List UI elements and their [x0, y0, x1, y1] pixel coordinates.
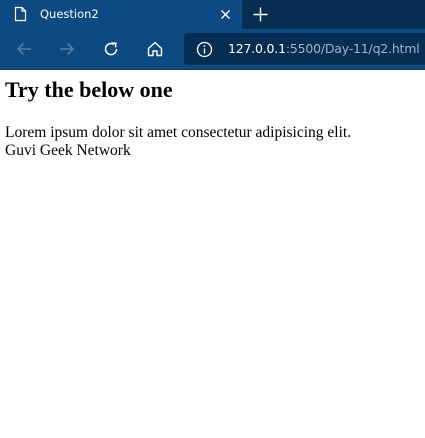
home-icon[interactable] [145, 39, 165, 59]
browser-toolbar: 127.0.0.1:5500/Day-11/q2.html [0, 29, 425, 69]
body-text-line: Lorem ipsum dolor sit amet consectetur a… [5, 124, 352, 141]
url-text[interactable]: 127.0.0.1:5500/Day-11/q2.html [228, 41, 420, 56]
info-icon[interactable] [196, 41, 213, 58]
page-icon [14, 6, 27, 22]
address-bar[interactable]: 127.0.0.1:5500/Day-11/q2.html [184, 33, 425, 65]
page-heading: Try the below one [5, 77, 173, 102]
new-tab-plus-icon[interactable] [252, 6, 269, 23]
close-icon[interactable] [219, 8, 232, 21]
url-host: 127.0.0.1 [228, 41, 286, 56]
arrow-right-icon[interactable] [57, 39, 77, 59]
browser-window: Question2 127.0.0.1:5500/Day-11/q2.html … [0, 0, 425, 438]
arrow-left-icon[interactable] [14, 39, 34, 59]
refresh-icon[interactable] [101, 39, 121, 59]
url-path: :5500/Day-11/q2.html [285, 41, 420, 56]
tab-strip: Question2 [0, 0, 425, 29]
tab-question2[interactable]: Question2 [0, 0, 242, 29]
tab-title: Question2 [40, 7, 99, 21]
page-content: Try the below one Lorem ipsum dolor sit … [0, 70, 425, 438]
body-text-line: Guvi Geek Network [5, 142, 131, 159]
